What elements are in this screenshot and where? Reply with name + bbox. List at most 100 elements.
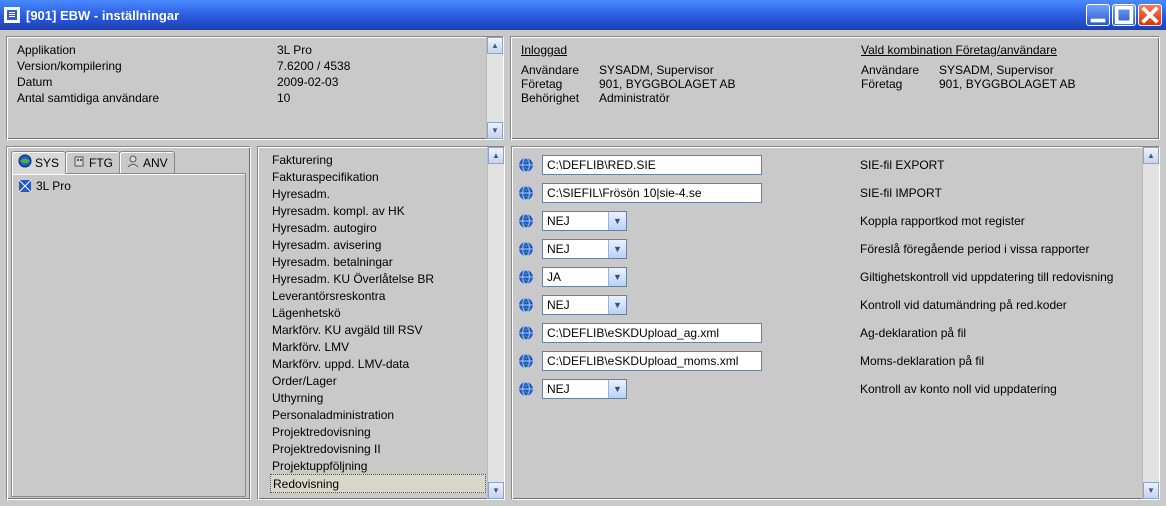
close-button[interactable] [1138, 4, 1162, 26]
setting-description: Föreslå föregående period i vissa rappor… [860, 242, 1141, 256]
setting-row: Ag-deklaration på fil [518, 319, 1141, 347]
setting-description: Moms-deklaration på fil [860, 354, 1141, 368]
category-item[interactable]: Redovisning [270, 474, 486, 493]
combo-value: NEJ [543, 380, 608, 398]
category-item[interactable]: Markförv. uppd. LMV-data [270, 355, 486, 372]
setting-combo[interactable]: NEJ▼ [542, 211, 627, 231]
setting-description: Kontroll av konto noll vid uppdatering [860, 382, 1141, 396]
globe-icon [18, 154, 32, 171]
chevron-down-icon[interactable]: ▼ [608, 240, 626, 258]
tab-sys[interactable]: SYS [11, 151, 66, 174]
settings-panel: SIE-fil EXPORTSIE-fil IMPORTNEJ▼Koppla r… [511, 146, 1160, 500]
info-value: 3L Pro [277, 43, 493, 57]
tree-root-label: 3L Pro [36, 179, 71, 193]
scroll-down-icon[interactable]: ▼ [487, 122, 503, 139]
category-item[interactable]: Markförv. LMV [270, 338, 486, 355]
info-key: Användare [521, 63, 591, 77]
scroll-down-icon[interactable]: ▼ [1143, 482, 1159, 499]
combo-value: JA [543, 268, 608, 286]
info-key: Företag [521, 77, 591, 91]
info-label: Version/kompilering [17, 59, 277, 73]
maximize-button[interactable] [1112, 4, 1136, 26]
scroll-down-icon[interactable]: ▼ [488, 482, 504, 499]
category-item[interactable]: Hyresadm. autogiro [270, 219, 486, 236]
globe-icon [518, 241, 534, 257]
setting-description: Kontroll vid datumändring på red.koder [860, 298, 1141, 312]
chevron-down-icon[interactable]: ▼ [608, 268, 626, 286]
category-item[interactable]: Leverantörsreskontra [270, 287, 486, 304]
category-item[interactable]: Hyresadm. kompl. av HK [270, 202, 486, 219]
info-value: SYSADM, Supervisor [939, 63, 1054, 77]
setting-text-input[interactable] [542, 323, 762, 343]
combo-heading: Vald kombination Företag/användare [861, 43, 1076, 57]
category-item[interactable]: Order/Lager [270, 372, 486, 389]
setting-text-input[interactable] [542, 183, 762, 203]
scroll-up-icon[interactable]: ▲ [488, 147, 504, 164]
chevron-down-icon[interactable]: ▼ [608, 380, 626, 398]
info-key: Användare [861, 63, 931, 77]
setting-text-input[interactable] [542, 155, 762, 175]
info-value: SYSADM, Supervisor [599, 63, 714, 77]
globe-icon [518, 213, 534, 229]
category-item[interactable]: Projektredovisning II [270, 440, 486, 457]
chevron-down-icon[interactable]: ▼ [608, 212, 626, 230]
tab-ftg[interactable]: FTG [65, 151, 120, 173]
category-item[interactable]: Fakturering [270, 151, 486, 168]
info-value: 901, BYGGBOLAGET AB [939, 77, 1076, 91]
window-title: [901] EBW - inställningar [26, 8, 1086, 23]
setting-description: SIE-fil IMPORT [860, 186, 1141, 200]
app-info-panel: ApplikationVersion/kompileringDatumAntal… [6, 36, 504, 140]
category-item[interactable]: Lägenhetskö [270, 304, 486, 321]
info-pair: Användare SYSADM, Supervisor [861, 63, 1076, 77]
setting-row: Moms-deklaration på fil [518, 347, 1141, 375]
info-label: Applikation [17, 43, 277, 57]
building-icon [72, 154, 86, 171]
scrollbar[interactable]: ▲ ▼ [486, 37, 503, 139]
category-item[interactable]: Hyresadm. betalningar [270, 253, 486, 270]
setting-combo[interactable]: NEJ▼ [542, 379, 627, 399]
minimize-button[interactable] [1086, 4, 1110, 26]
user-icon [126, 154, 140, 171]
category-item[interactable]: Hyresadm. [270, 185, 486, 202]
setting-text-input[interactable] [542, 351, 762, 371]
app-icon [4, 7, 20, 23]
globe-icon [518, 381, 534, 397]
info-value: Administratör [599, 91, 670, 105]
globe-icon [518, 353, 534, 369]
scroll-up-icon[interactable]: ▲ [487, 37, 503, 54]
scrollbar[interactable]: ▲ ▼ [1142, 147, 1159, 499]
info-value: 7.6200 / 4538 [277, 59, 493, 73]
category-item[interactable]: Uthyrning [270, 389, 486, 406]
tree-root-item[interactable]: 3L Pro [16, 178, 241, 194]
info-value: 2009-02-03 [277, 75, 493, 89]
category-item[interactable]: Hyresadm. KU Överlåtelse BR [270, 270, 486, 287]
info-value: 10 [277, 91, 493, 105]
category-item[interactable]: Hyresadm. avisering [270, 236, 486, 253]
app-tree-icon [18, 179, 32, 193]
info-pair: Användare SYSADM, Supervisor [521, 63, 821, 77]
globe-icon [518, 185, 534, 201]
tab-ftg-label: FTG [89, 156, 113, 170]
info-pair: Företag901, BYGGBOLAGET AB [861, 77, 1076, 91]
setting-description: Ag-deklaration på fil [860, 326, 1141, 340]
setting-combo[interactable]: JA▼ [542, 267, 627, 287]
category-item[interactable]: Projektuppföljning [270, 457, 486, 474]
category-item[interactable]: Personaladministration [270, 406, 486, 423]
info-label: Antal samtidiga användare [17, 91, 277, 105]
setting-row: SIE-fil IMPORT [518, 179, 1141, 207]
setting-combo[interactable]: NEJ▼ [542, 239, 627, 259]
category-item[interactable]: Markförv. KU avgäld till RSV [270, 321, 486, 338]
scrollbar[interactable]: ▲ ▼ [487, 147, 504, 499]
category-item[interactable]: Projektredovisning [270, 423, 486, 440]
sidebar-panel: SYS FTG ANV 3L Pro [6, 146, 251, 500]
setting-description: Koppla rapportkod mot register [860, 214, 1141, 228]
setting-row: JA▼Giltighetskontroll vid uppdatering ti… [518, 263, 1141, 291]
globe-icon [518, 297, 534, 313]
setting-combo[interactable]: NEJ▼ [542, 295, 627, 315]
scroll-up-icon[interactable]: ▲ [1143, 147, 1159, 164]
logged-in-heading: Inloggad [521, 43, 821, 57]
category-item[interactable]: Fakturaspecifikation [270, 168, 486, 185]
chevron-down-icon[interactable]: ▼ [608, 296, 626, 314]
tab-sys-label: SYS [35, 156, 59, 170]
tab-anv[interactable]: ANV [119, 151, 175, 173]
